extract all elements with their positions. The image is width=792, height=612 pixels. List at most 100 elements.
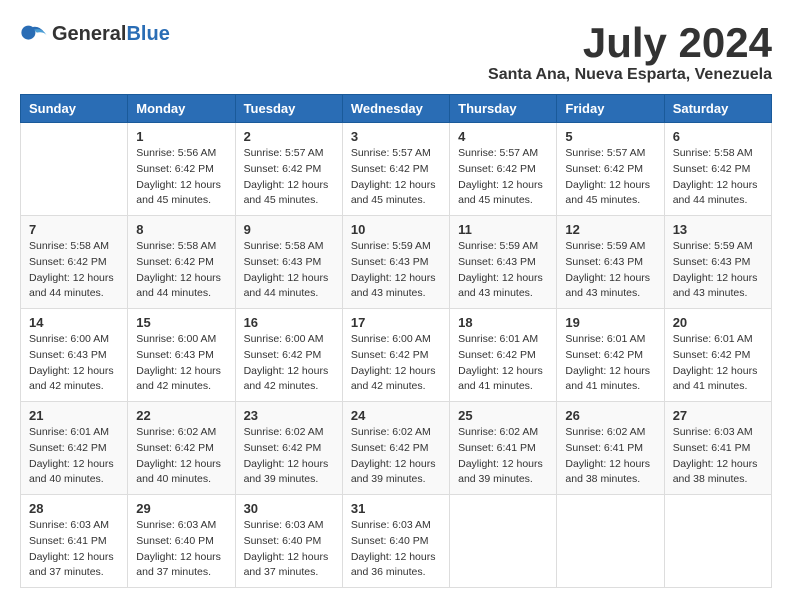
day-number: 12	[565, 222, 655, 237]
day-of-week-header: Saturday	[664, 95, 771, 123]
calendar-day-cell: 29 Sunrise: 6:03 AMSunset: 6:40 PMDayligh…	[128, 495, 235, 588]
day-number: 28	[29, 501, 119, 516]
day-info: Sunrise: 6:03 AMSunset: 6:41 PMDaylight:…	[673, 425, 763, 488]
calendar-day-cell	[664, 495, 771, 588]
day-number: 23	[244, 408, 334, 423]
calendar-day-cell: 15 Sunrise: 6:00 AMSunset: 6:43 PMDayligh…	[128, 309, 235, 402]
day-info: Sunrise: 5:59 AMSunset: 6:43 PMDaylight:…	[565, 239, 655, 302]
day-number: 26	[565, 408, 655, 423]
calendar-day-cell: 10 Sunrise: 5:59 AMSunset: 6:43 PMDayligh…	[342, 216, 449, 309]
day-number: 27	[673, 408, 763, 423]
day-info: Sunrise: 5:57 AMSunset: 6:42 PMDaylight:…	[458, 146, 548, 209]
day-info: Sunrise: 5:59 AMSunset: 6:43 PMDaylight:…	[673, 239, 763, 302]
day-number: 13	[673, 222, 763, 237]
day-number: 11	[458, 222, 548, 237]
calendar-day-cell: 22Sunrise: 6:02 AMSunset: 6:42 PMDayligh…	[128, 402, 235, 495]
day-of-week-header: Sunday	[21, 95, 128, 123]
calendar-day-cell: 17Sunrise: 6:00 AMSunset: 6:42 PMDayligh…	[342, 309, 449, 402]
day-number: 6	[673, 129, 763, 144]
day-info: Sunrise: 6:01 AMSunset: 6:42 PMDaylight:…	[29, 425, 119, 488]
calendar-week-row: 28 Sunrise: 6:03 AMSunset: 6:41 PMDayligh…	[21, 495, 772, 588]
day-info: Sunrise: 5:58 AMSunset: 6:42 PMDaylight:…	[136, 239, 226, 302]
day-info: Sunrise: 6:01 AMSunset: 6:42 PMDaylight:…	[565, 332, 655, 395]
calendar-week-row: 21Sunrise: 6:01 AMSunset: 6:42 PMDayligh…	[21, 402, 772, 495]
day-number: 1	[136, 129, 226, 144]
day-number: 18	[458, 315, 548, 330]
day-info: Sunrise: 5:57 AMSunset: 6:42 PMDaylight:…	[351, 146, 441, 209]
day-number: 14	[29, 315, 119, 330]
calendar-day-cell: 8Sunrise: 5:58 AMSunset: 6:42 PMDaylight…	[128, 216, 235, 309]
calendar-day-cell	[557, 495, 664, 588]
day-info: Sunrise: 5:57 AMSunset: 6:42 PMDaylight:…	[565, 146, 655, 209]
calendar-day-cell: 5 Sunrise: 5:57 AMSunset: 6:42 PMDaylight…	[557, 123, 664, 216]
day-of-week-header: Thursday	[450, 95, 557, 123]
day-info: Sunrise: 6:03 AMSunset: 6:40 PMDaylight:…	[244, 518, 334, 581]
calendar-day-cell: 16 Sunrise: 6:00 AMSunset: 6:42 PMDayligh…	[235, 309, 342, 402]
day-number: 24	[351, 408, 441, 423]
day-number: 7	[29, 222, 119, 237]
calendar-day-cell: 12 Sunrise: 5:59 AMSunset: 6:43 PMDayligh…	[557, 216, 664, 309]
day-info: Sunrise: 5:58 AMSunset: 6:42 PMDaylight:…	[673, 146, 763, 209]
day-number: 25	[458, 408, 548, 423]
logo: GeneralBlue	[20, 20, 170, 48]
calendar-day-cell: 9Sunrise: 5:58 AMSunset: 6:43 PMDaylight…	[235, 216, 342, 309]
day-of-week-header: Friday	[557, 95, 664, 123]
location-subtitle: Santa Ana, Nueva Esparta, Venezuela	[488, 66, 772, 84]
day-info: Sunrise: 5:59 AMSunset: 6:43 PMDaylight:…	[458, 239, 548, 302]
day-number: 5	[565, 129, 655, 144]
day-info: Sunrise: 6:03 AMSunset: 6:41 PMDaylight:…	[29, 518, 119, 581]
calendar-day-cell: 7 Sunrise: 5:58 AMSunset: 6:42 PMDaylight…	[21, 216, 128, 309]
day-info: Sunrise: 5:59 AMSunset: 6:43 PMDaylight:…	[351, 239, 441, 302]
calendar-day-cell: 14 Sunrise: 6:00 AMSunset: 6:43 PMDayligh…	[21, 309, 128, 402]
day-info: Sunrise: 6:02 AMSunset: 6:42 PMDaylight:…	[136, 425, 226, 488]
day-info: Sunrise: 5:58 AMSunset: 6:42 PMDaylight:…	[29, 239, 119, 302]
calendar-day-cell: 20Sunrise: 6:01 AMSunset: 6:42 PMDayligh…	[664, 309, 771, 402]
day-info: Sunrise: 6:01 AMSunset: 6:42 PMDaylight:…	[458, 332, 548, 395]
logo-general: General	[52, 23, 126, 45]
calendar-day-cell: 3 Sunrise: 5:57 AMSunset: 6:42 PMDaylight…	[342, 123, 449, 216]
day-info: Sunrise: 6:03 AMSunset: 6:40 PMDaylight:…	[351, 518, 441, 581]
day-number: 3	[351, 129, 441, 144]
day-info: Sunrise: 6:00 AMSunset: 6:43 PMDaylight:…	[29, 332, 119, 395]
day-number: 16	[244, 315, 334, 330]
day-info: Sunrise: 5:58 AMSunset: 6:43 PMDaylight:…	[244, 239, 334, 302]
day-info: Sunrise: 6:00 AMSunset: 6:42 PMDaylight:…	[351, 332, 441, 395]
day-info: Sunrise: 6:00 AMSunset: 6:42 PMDaylight:…	[244, 332, 334, 395]
day-of-week-header: Monday	[128, 95, 235, 123]
day-number: 31	[351, 501, 441, 516]
calendar-day-cell: 31 Sunrise: 6:03 AMSunset: 6:40 PMDayligh…	[342, 495, 449, 588]
calendar-day-cell: 6 Sunrise: 5:58 AMSunset: 6:42 PMDaylight…	[664, 123, 771, 216]
title-area: July 2024 Santa Ana, Nueva Esparta, Vene…	[488, 20, 772, 84]
day-info: Sunrise: 6:00 AMSunset: 6:43 PMDaylight:…	[136, 332, 226, 395]
calendar-day-cell: 21Sunrise: 6:01 AMSunset: 6:42 PMDayligh…	[21, 402, 128, 495]
calendar-day-cell: 23Sunrise: 6:02 AMSunset: 6:42 PMDayligh…	[235, 402, 342, 495]
calendar-day-cell	[450, 495, 557, 588]
day-info: Sunrise: 6:02 AMSunset: 6:42 PMDaylight:…	[351, 425, 441, 488]
calendar-day-cell: 26 Sunrise: 6:02 AMSunset: 6:41 PMDayligh…	[557, 402, 664, 495]
day-number: 29	[136, 501, 226, 516]
day-info: Sunrise: 5:56 AMSunset: 6:42 PMDaylight:…	[136, 146, 226, 209]
logo-blue: Blue	[126, 23, 169, 45]
calendar-day-cell: 30 Sunrise: 6:03 AMSunset: 6:40 PMDayligh…	[235, 495, 342, 588]
day-number: 30	[244, 501, 334, 516]
calendar-day-cell: 13 Sunrise: 5:59 AMSunset: 6:43 PMDayligh…	[664, 216, 771, 309]
day-info: Sunrise: 6:03 AMSunset: 6:40 PMDaylight:…	[136, 518, 226, 581]
calendar-day-cell: 25Sunrise: 6:02 AMSunset: 6:41 PMDayligh…	[450, 402, 557, 495]
calendar-day-cell	[21, 123, 128, 216]
calendar-day-cell: 4 Sunrise: 5:57 AMSunset: 6:42 PMDaylight…	[450, 123, 557, 216]
calendar-day-cell: 19 Sunrise: 6:01 AMSunset: 6:42 PMDayligh…	[557, 309, 664, 402]
logo-icon	[20, 20, 48, 48]
calendar-week-row: 1 Sunrise: 5:56 AMSunset: 6:42 PMDaylight…	[21, 123, 772, 216]
calendar-header-row: SundayMondayTuesdayWednesdayThursdayFrid…	[21, 95, 772, 123]
calendar-table: SundayMondayTuesdayWednesdayThursdayFrid…	[20, 94, 772, 588]
day-number: 15	[136, 315, 226, 330]
calendar-day-cell: 2Sunrise: 5:57 AMSunset: 6:42 PMDaylight…	[235, 123, 342, 216]
day-number: 4	[458, 129, 548, 144]
day-number: 2	[244, 129, 334, 144]
month-year-title: July 2024	[488, 20, 772, 66]
day-number: 20	[673, 315, 763, 330]
logo-text: GeneralBlue	[52, 23, 170, 46]
day-info: Sunrise: 6:02 AMSunset: 6:41 PMDaylight:…	[565, 425, 655, 488]
day-number: 10	[351, 222, 441, 237]
day-number: 19	[565, 315, 655, 330]
